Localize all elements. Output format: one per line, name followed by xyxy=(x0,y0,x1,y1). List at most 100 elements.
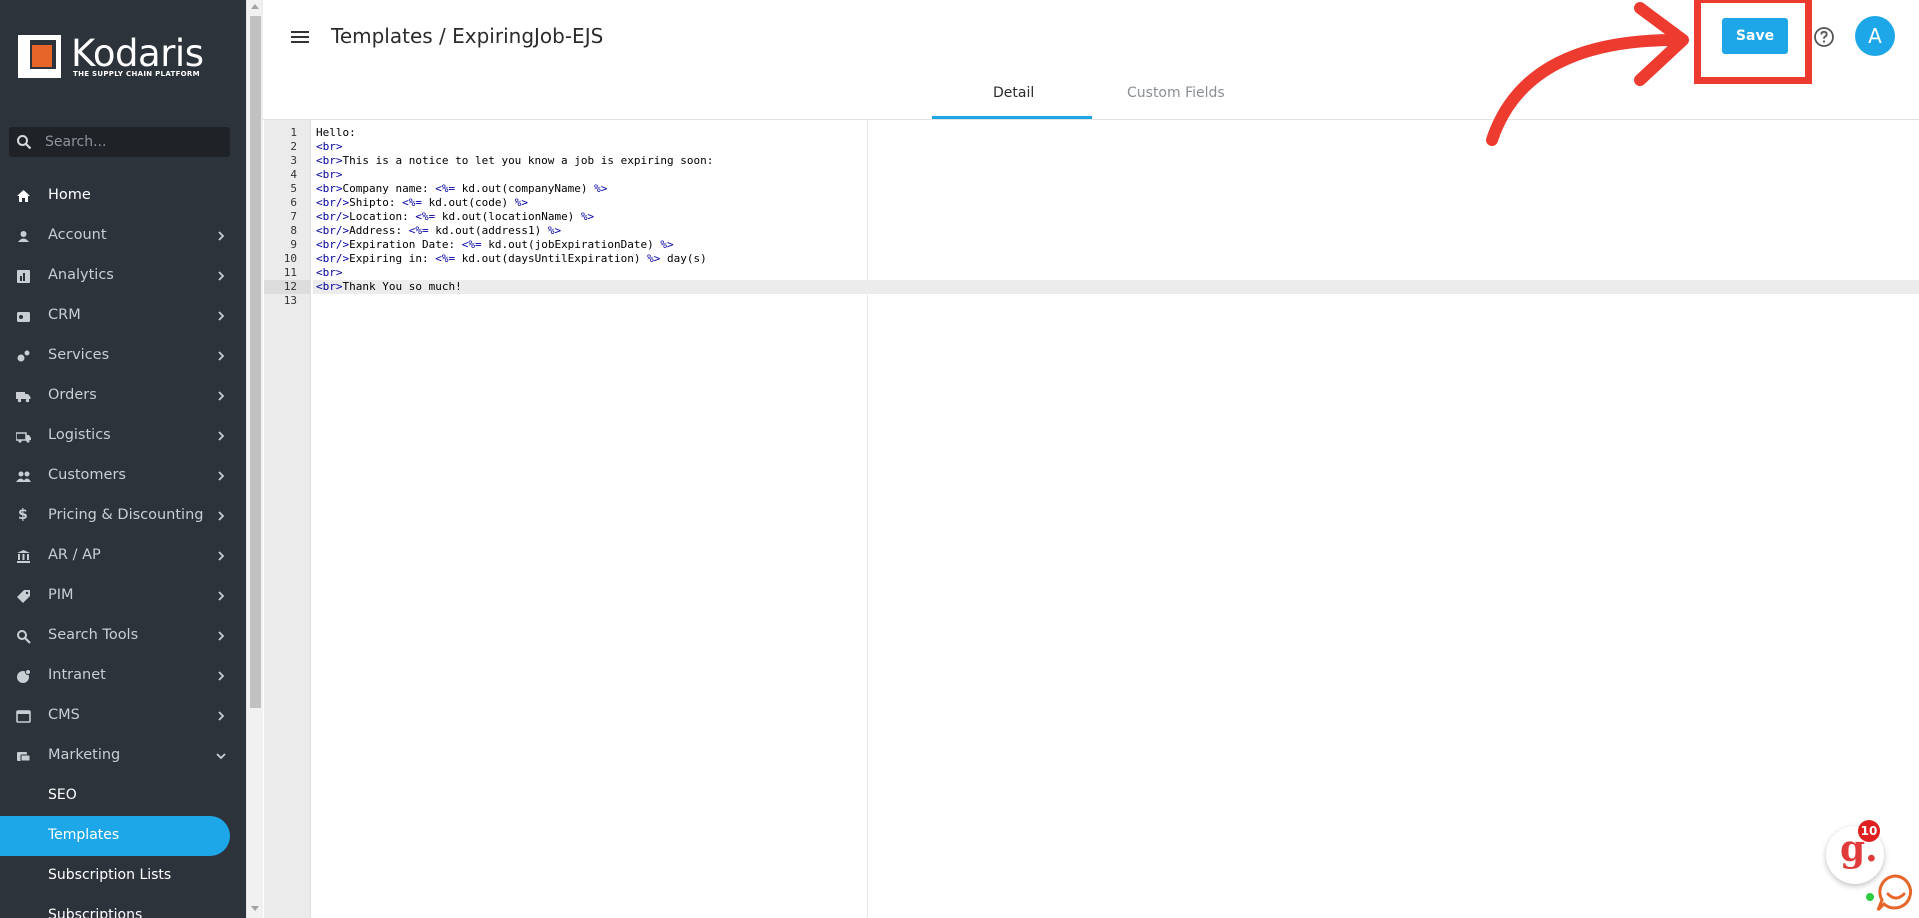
scroll-up-icon[interactable] xyxy=(251,4,259,9)
search-input[interactable] xyxy=(45,131,225,153)
cms-icon xyxy=(16,710,31,723)
line-number: 1 xyxy=(290,126,297,139)
code-line[interactable]: <br/>Expiration Date: <%= kd.out(jobExpi… xyxy=(313,238,1919,252)
sidebar-item-label: Analytics xyxy=(48,267,114,283)
sidebar-item-services[interactable]: Services xyxy=(0,336,246,376)
sidebar-subitem-seo[interactable]: SEO xyxy=(0,776,246,816)
scrollbar-thumb[interactable] xyxy=(250,16,261,708)
chevron-right-icon xyxy=(218,551,225,561)
tab-detail[interactable]: Detail xyxy=(993,85,1034,101)
sidebar-item-marketing[interactable]: Marketing xyxy=(0,736,246,776)
avatar[interactable]: A xyxy=(1855,16,1895,56)
active-tab-indicator xyxy=(932,116,1092,119)
services-icon xyxy=(17,350,30,362)
chevron-right-icon xyxy=(218,311,225,321)
code-line[interactable]: <br> xyxy=(313,168,1919,182)
sidebar-item-orders[interactable]: Orders xyxy=(0,376,246,416)
sidebar-subitem-subscription-lists[interactable]: Subscription Lists xyxy=(0,856,246,896)
sidebar-item-ar-ap[interactable]: AR / AP xyxy=(0,536,246,576)
chevron-right-icon xyxy=(218,351,225,361)
code-editor[interactable]: 1 2 3 4 5 6 7 8 9 10 11 12 13 Hello: <br> <br>This is … xyxy=(263,120,1919,918)
sidebar-item-home[interactable]: Home xyxy=(0,176,246,216)
line-number: 5 xyxy=(290,182,297,195)
sidebar-item-label: Logistics xyxy=(48,427,111,443)
account-icon xyxy=(18,231,29,242)
sidebar-item-pim[interactable]: PIM xyxy=(0,576,246,616)
sidebar-item-search-tools[interactable]: Search Tools xyxy=(0,616,246,656)
code-line[interactable]: <br/>Address: <%= kd.out(address1) %> xyxy=(313,224,1919,238)
line-number: 13 xyxy=(283,294,297,307)
chevron-right-icon xyxy=(218,271,225,281)
line-number: 6 xyxy=(290,196,297,209)
line-number: 10 xyxy=(283,252,297,265)
brand-tagline: THE SUPPLY CHAIN PLATFORM xyxy=(73,70,200,78)
sidebar-item-label: Intranet xyxy=(48,667,106,683)
code-line[interactable]: <br/>Shipto: <%= kd.out(code) %> xyxy=(313,196,1919,210)
line-number: 9 xyxy=(290,238,297,251)
code-line[interactable]: <br/>Expiring in: <%= kd.out(daysUntilEx… xyxy=(313,252,1919,266)
kodaris-logo[interactable]: Kodaris THE SUPPLY CHAIN PLATFORM xyxy=(18,32,228,80)
logistics-icon xyxy=(16,432,31,443)
line-number: 8 xyxy=(290,224,297,237)
chevron-right-icon xyxy=(218,631,225,641)
sidebar-item-analytics[interactable]: Analytics xyxy=(0,256,246,296)
chevron-right-icon xyxy=(218,511,225,521)
sidebar-subitem-templates[interactable]: Templates xyxy=(0,816,230,856)
tag-icon xyxy=(17,590,30,603)
sidebar-item-label: CRM xyxy=(48,307,81,323)
line-number: 12 xyxy=(264,280,310,294)
line-number: 2 xyxy=(290,140,297,153)
hamburger-menu-icon[interactable] xyxy=(289,28,311,46)
chevron-right-icon xyxy=(218,471,225,481)
line-number: 4 xyxy=(290,168,297,181)
sidebar-subitem-subscriptions[interactable]: Subscriptions xyxy=(0,896,246,918)
code-line[interactable]: <br> xyxy=(313,266,1919,280)
sidebar-item-crm[interactable]: CRM xyxy=(0,296,246,336)
chevron-right-icon xyxy=(218,391,225,401)
intranet-icon xyxy=(17,669,31,683)
code-line[interactable]: <br>Company name: <%= kd.out(companyName… xyxy=(313,182,1919,196)
kodaris-logo-icon xyxy=(18,35,61,78)
sidebar: Kodaris THE SUPPLY CHAIN PLATFORM Home A… xyxy=(0,0,246,918)
sidebar-item-label: Orders xyxy=(48,387,97,403)
sidebar-item-label: Home xyxy=(48,187,91,203)
chevron-right-icon xyxy=(218,431,225,441)
crm-icon xyxy=(17,312,30,322)
annotation-arrow xyxy=(1486,2,1689,146)
sidebar-scrollbar[interactable] xyxy=(246,0,263,918)
customers-icon xyxy=(16,471,31,482)
code-line[interactable]: <br/>Location: <%= kd.out(locationName) … xyxy=(313,210,1919,224)
dollar-icon: $ xyxy=(18,507,28,523)
sidebar-item-account[interactable]: Account xyxy=(0,216,246,256)
notification-badge: 10 xyxy=(1858,820,1880,842)
code-line[interactable]: <br>Thank You so much! xyxy=(313,280,1919,294)
sidebar-nav: Home Account Analytics CRM Services Orde… xyxy=(0,176,246,918)
sidebar-item-logistics[interactable]: Logistics xyxy=(0,416,246,456)
brand-name: Kodaris xyxy=(71,32,204,75)
sidebar-subitem-label: Templates xyxy=(48,827,120,843)
sidebar-item-customers[interactable]: Customers xyxy=(0,456,246,496)
search-tools-icon xyxy=(17,630,31,644)
code-line[interactable] xyxy=(313,294,1919,308)
sidebar-item-label: Account xyxy=(48,227,107,243)
sidebar-item-intranet[interactable]: Intranet xyxy=(0,656,246,696)
line-number: 7 xyxy=(290,210,297,223)
marketing-icon xyxy=(17,752,31,762)
chevron-right-icon xyxy=(218,591,225,601)
scroll-down-icon[interactable] xyxy=(251,906,259,911)
sidebar-item-label: Services xyxy=(48,347,110,363)
sidebar-search[interactable] xyxy=(9,127,230,157)
sidebar-item-cms[interactable]: CMS xyxy=(0,696,246,736)
line-number: 3 xyxy=(290,154,297,167)
annotation-highlight-box xyxy=(1694,0,1812,84)
sidebar-item-pricing[interactable]: $ Pricing & Discounting xyxy=(0,496,246,536)
sidebar-subitem-label: Subscriptions xyxy=(48,907,143,918)
chat-icon[interactable] xyxy=(1874,870,1918,914)
chevron-right-icon xyxy=(218,711,225,721)
code-line[interactable]: <br>This is a notice to let you know a j… xyxy=(313,154,1919,168)
tab-custom-fields[interactable]: Custom Fields xyxy=(1127,85,1225,101)
sidebar-item-label: Customers xyxy=(48,467,126,483)
help-icon[interactable] xyxy=(1813,26,1835,48)
online-status-dot xyxy=(1866,893,1874,901)
line-number: 11 xyxy=(283,266,297,279)
